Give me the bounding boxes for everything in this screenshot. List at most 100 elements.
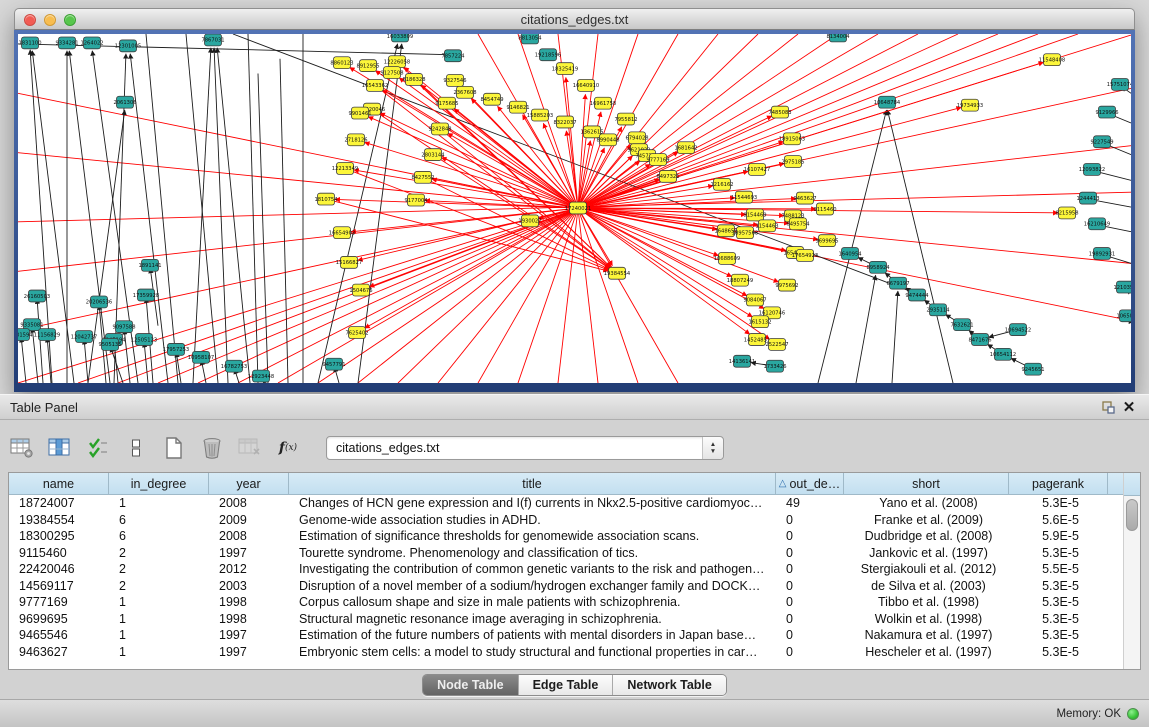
graph-node[interactable]: 9084067 [743, 294, 766, 306]
table-cell[interactable]: 2009 [209, 513, 289, 527]
table-cell[interactable]: 1 [109, 645, 209, 659]
table-cell[interactable]: Corpus callosum shape and size in male p… [289, 595, 776, 609]
graph-node[interactable]: 8813054 [518, 34, 541, 44]
dropdown-stepper-icon[interactable]: ▲▼ [702, 437, 723, 459]
table-cell[interactable]: Hescheler et al. (1997) [844, 645, 1009, 659]
graph-node[interactable]: 7857224 [441, 50, 464, 62]
table-mode-icon[interactable] [8, 434, 36, 462]
graph-node[interactable]: 7632621 [950, 319, 973, 331]
table-cell[interactable]: Stergiakouli et al. (2012) [844, 562, 1009, 576]
graph-node[interactable]: 8134004 [826, 34, 849, 42]
graph-node[interactable]: 18325419 [552, 63, 578, 75]
tab-node-table[interactable]: Node Table [423, 675, 518, 695]
graph-node[interactable]: 9146821 [506, 101, 529, 113]
graph-node[interactable]: 8990448 [596, 134, 619, 146]
table-cell[interactable]: 0 [776, 562, 844, 576]
graph-node[interactable]: 1154463 [755, 220, 778, 232]
graph-node[interactable]: 16033809 [387, 34, 413, 42]
graph-node[interactable]: 1810754 [314, 193, 337, 205]
graph-node[interactable]: 1244413 [1076, 192, 1099, 204]
table-cell[interactable]: 2 [109, 546, 209, 560]
table-cell[interactable]: Estimation of the future numbers of pati… [289, 628, 776, 642]
table-cell[interactable]: 18300295 [9, 529, 109, 543]
graph-node[interactable]: 10648784 [874, 96, 900, 108]
column-header-out-de-[interactable]: △out_de… [776, 473, 844, 494]
close-panel-icon[interactable]: ✕ [1119, 398, 1139, 416]
table-cell[interactable]: 0 [776, 579, 844, 593]
table-cell[interactable]: 0 [776, 612, 844, 626]
table-cell[interactable]: 5.5E-5 [1009, 562, 1108, 576]
graph-node[interactable]: 10688609 [714, 252, 740, 264]
graph-node[interactable]: 12093822 [1079, 164, 1105, 176]
graph-node[interactable]: 12226058 [384, 56, 410, 68]
table-cell[interactable]: 49 [776, 496, 844, 510]
table-row[interactable]: 2242004622012Investigating the contribut… [9, 561, 1124, 578]
graph-node[interactable]: 2061306 [113, 96, 136, 108]
table-cell[interactable]: 1997 [209, 546, 289, 560]
table-cell[interactable]: Dudbridge et al. (2008) [844, 529, 1009, 543]
graph-node[interactable]: 2522547 [765, 339, 788, 351]
table-cell[interactable]: 5.9E-5 [1009, 529, 1108, 543]
table-cell[interactable]: 9465546 [9, 628, 109, 642]
graph-node[interactable]: 6495754 [786, 218, 809, 230]
graph-node[interactable]: 20206536 [86, 296, 112, 308]
table-cell[interactable]: 14569117 [9, 579, 109, 593]
graph-node[interactable]: 9154469 [743, 209, 766, 221]
table-cell[interactable]: 2012 [209, 562, 289, 576]
table-row[interactable]: 1938455462009Genome-wide association stu… [9, 512, 1124, 529]
table-row[interactable]: 969969511998Structural magnetic resonanc… [9, 611, 1124, 628]
table-cell[interactable]: 9699695 [9, 612, 109, 626]
graph-node[interactable]: 2803144 [421, 149, 444, 161]
table-cell[interactable]: 1 [109, 496, 209, 510]
graph-node[interactable]: 16107427 [744, 164, 770, 176]
graph-node[interactable]: 12923448 [248, 370, 274, 382]
graph-node[interactable]: 12505123 [131, 334, 157, 346]
graph-node[interactable]: 6497321 [656, 170, 679, 182]
table-cell[interactable]: Wolkin et al. (1998) [844, 612, 1009, 626]
graph-node[interactable]: 1216162 [710, 178, 733, 190]
table-cell[interactable]: 5.3E-5 [1009, 595, 1108, 609]
table-cell[interactable]: 5.3E-5 [1009, 645, 1108, 659]
graph-node[interactable]: 12042737 [71, 331, 97, 343]
table-cell[interactable]: Disruption of a novel member of a sodium… [289, 579, 776, 593]
table-selector-dropdown[interactable]: citations_edges.txt ▲▼ [326, 436, 724, 460]
table-cell[interactable]: 1998 [209, 595, 289, 609]
graph-node[interactable]: 9242848 [428, 123, 451, 135]
graph-node[interactable]: 8322037 [553, 116, 576, 128]
graph-node[interactable]: 7625402 [345, 327, 368, 339]
table-row[interactable]: 1830029562008Estimation of significance … [9, 528, 1124, 545]
table-cell[interactable]: 19384554 [9, 513, 109, 527]
table-cell[interactable]: 0 [776, 529, 844, 543]
float-panel-icon[interactable] [1099, 398, 1119, 416]
graph-node[interactable]: 9327546 [443, 75, 466, 87]
table-cell[interactable]: 5.3E-5 [1009, 579, 1108, 593]
table-cell[interactable]: Yano et al. (2008) [844, 496, 1009, 510]
graph-node[interactable]: 1210350 [1113, 281, 1131, 293]
table-cell[interactable]: Embryonic stem cells: a model to study s… [289, 645, 776, 659]
graph-node[interactable]: 2367608 [453, 86, 476, 98]
graph-node[interactable]: 9505135 [98, 339, 121, 351]
table-cell[interactable]: Estimation of significance thresholds fo… [289, 529, 776, 543]
table-cell[interactable]: Investigating the contribution of common… [289, 562, 776, 576]
select-columns-icon[interactable] [84, 434, 112, 462]
graph-node[interactable]: 19218596 [535, 49, 561, 61]
table-scrollbar[interactable] [1123, 473, 1140, 669]
table-cell[interactable]: 2 [109, 562, 209, 576]
graph-node[interactable]: 9901461 [348, 107, 371, 119]
table-cell[interactable]: Jankovic et al. (1997) [844, 546, 1009, 560]
graph-node[interactable]: 9175685 [435, 97, 458, 109]
graph-node[interactable]: 1504676 [349, 284, 372, 296]
table-row[interactable]: 911546021997Tourette syndrome. Phenomeno… [9, 545, 1124, 562]
graph-node[interactable]: 9463627 [793, 192, 816, 204]
graph-node[interactable]: 9115460 [813, 203, 836, 215]
table-cell[interactable]: 9115460 [9, 546, 109, 560]
table-cell[interactable]: 22420046 [9, 562, 109, 576]
graph-node[interactable]: 15166827 [336, 256, 362, 268]
table-cell[interactable]: 1997 [209, 645, 289, 659]
column-header-short[interactable]: short [844, 473, 1009, 494]
graph-node[interactable]: 7867031 [201, 34, 224, 46]
column-header-in-degree[interactable]: in_degree [109, 473, 209, 494]
table-cell[interactable]: Nakamura et al. (1997) [844, 628, 1009, 642]
graph-node[interactable]: 11548408 [1039, 54, 1065, 66]
graph-node[interactable]: 16640910 [573, 79, 599, 91]
